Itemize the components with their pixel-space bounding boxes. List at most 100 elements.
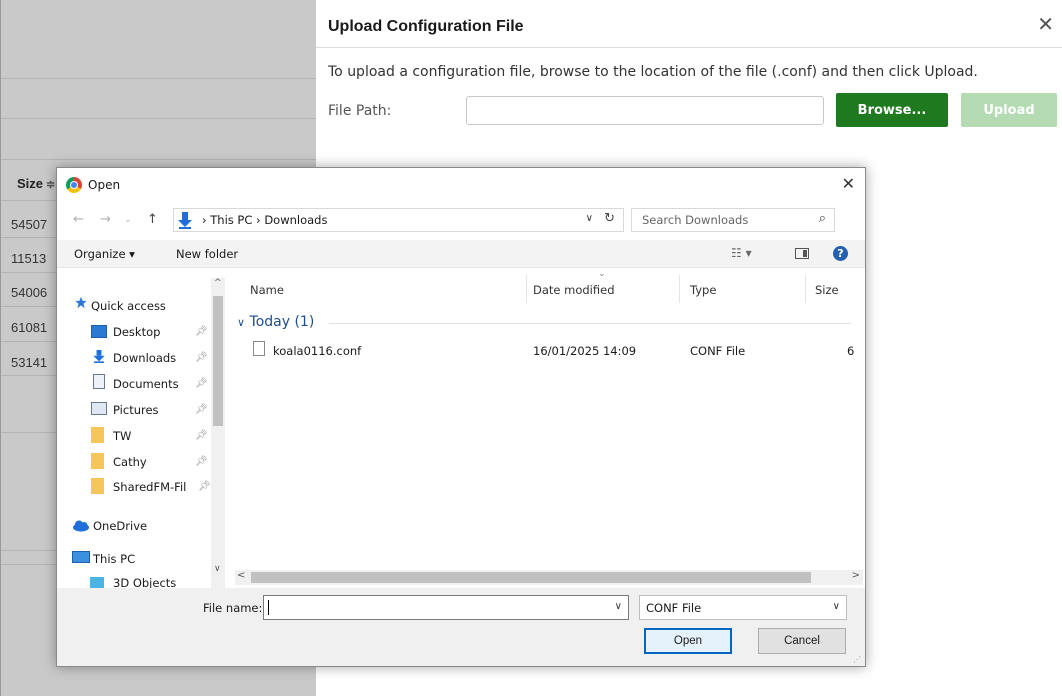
scroll-left-icon[interactable]: < [237,570,245,581]
pin-icon[interactable]: 📌︎ [195,326,208,337]
folder-icon [91,478,104,494]
group-label: Today (1) [249,314,315,330]
row-divider [1,159,317,160]
nav-item-sharedfm[interactable]: SharedFM-Fil [113,480,186,494]
nav-item-quick-access[interactable]: Quick access [91,299,166,313]
browse-button[interactable]: Browse... [836,93,948,127]
chevron-down-icon[interactable]: ∨ [833,601,840,612]
nav-item-downloads[interactable]: Downloads [113,351,176,365]
download-arrow-icon [93,350,105,363]
chrome-icon [66,177,82,193]
horizontal-scrollbar[interactable]: < > [235,570,863,585]
pin-icon[interactable]: 📌︎ [195,352,208,363]
column-header-size[interactable]: Size [815,283,839,297]
column-separator[interactable] [679,275,680,303]
file-path-input[interactable] [466,96,824,125]
sort-chevron-icon: ⌄ [598,269,606,279]
chevron-down-icon[interactable]: ∨ [615,601,622,612]
modal-title: Upload Configuration File [328,18,524,35]
dialog-toolbar: Organize ▾ New folder ☷ ▾ ? [57,240,865,268]
divider [316,47,1062,48]
nav-item-this-pc[interactable]: This PC [93,552,135,566]
screen: Size ≑ 54507 11513 54006 61081 53141 Uplo… [0,0,1062,696]
size-column-header[interactable]: Size ≑ [17,176,55,191]
sort-icon[interactable]: ≑ [46,179,55,191]
pin-icon[interactable]: 📌︎ [195,430,208,441]
chevron-down-icon[interactable]: ∨ [586,213,593,224]
open-file-dialog: Open ✕ ← → ⌄ ↑ › This PC › Downloads ∨ ↻… [56,167,866,667]
nav-item-documents[interactable]: Documents [113,377,179,391]
breadcrumb[interactable]: › This PC › Downloads [202,213,327,227]
file-name-label: File name: [203,601,263,615]
nav-scrollbar[interactable]: ^ ∨ [211,278,225,593]
file-list: Name ⌄ Date modified Type Size ∨ Today (… [233,269,865,588]
document-icon [93,374,105,389]
file-type: CONF File [690,344,746,358]
nav-item-3d-objects[interactable]: 3D Objects [113,576,176,588]
pin-icon[interactable]: 📌︎ [195,456,208,467]
dialog-titlebar[interactable]: Open ✕ [57,168,865,202]
navigation-pane: Quick access Desktop 📌︎ Downloads 📌︎ Doc… [57,269,233,588]
size-cell: 53141 [11,355,48,370]
recent-locations-chevron-icon[interactable]: ⌄ [124,215,132,225]
dialog-title: Open [88,178,121,192]
search-icon[interactable]: ⌕ [819,211,826,226]
close-icon[interactable]: ✕ [1037,14,1054,34]
change-view-icon[interactable]: ☷ ▾ [731,246,752,260]
preview-pane-icon[interactable] [795,248,809,259]
nav-item-pictures[interactable]: Pictures [113,403,159,417]
nav-item-onedrive[interactable]: OneDrive [93,519,147,533]
help-icon[interactable]: ? [833,246,848,261]
column-header-type[interactable]: Type [690,283,716,297]
back-arrow-icon[interactable]: ← [73,212,84,227]
address-bar[interactable]: › This PC › Downloads ∨ ↻ [173,208,624,232]
nav-item-cathy[interactable]: Cathy [113,455,147,469]
column-separator[interactable] [526,275,527,303]
column-separator[interactable] [805,275,806,303]
scroll-up-icon[interactable]: ^ [214,278,222,288]
cancel-button[interactable]: Cancel [758,628,846,654]
file-date: 16/01/2025 14:09 [533,344,637,358]
refresh-icon[interactable]: ↻ [604,211,615,226]
up-arrow-icon[interactable]: ↑ [147,212,158,227]
scrollbar-thumb[interactable] [251,572,811,583]
file-name[interactable]: koala0116.conf [273,344,361,358]
file-type-select[interactable]: CONF File ∨ [639,595,847,620]
upload-button[interactable]: Upload [961,93,1057,127]
download-arrow-icon [178,212,192,229]
pin-icon[interactable]: 📌︎ [195,378,208,389]
pin-icon[interactable]: 📌︎ [198,481,211,492]
nav-item-desktop[interactable]: Desktop [113,325,160,339]
row-divider [1,118,317,119]
forward-arrow-icon[interactable]: → [100,212,111,227]
breadcrumb-this-pc[interactable]: This PC [210,213,252,227]
size-cell: 54507 [11,217,48,232]
scroll-right-icon[interactable]: > [852,570,860,581]
open-button[interactable]: Open [644,628,732,654]
size-cell: 61081 [11,320,48,335]
group-divider [329,323,851,324]
chevron-down-icon[interactable]: ∨ [237,316,245,329]
pin-icon[interactable]: 📌︎ [195,404,208,415]
close-icon[interactable]: ✕ [842,174,855,193]
modal-description: To upload a configuration file, browse t… [328,64,978,80]
file-type-value: CONF File [646,601,702,615]
organize-menu[interactable]: Organize ▾ [74,247,135,261]
nav-item-tw[interactable]: TW [113,429,131,443]
search-input[interactable]: Search Downloads ⌕ [631,208,835,232]
column-header-name[interactable]: Name [250,283,284,297]
size-cell: 54006 [11,285,48,300]
computer-icon [72,551,90,563]
scroll-down-icon[interactable]: ∨ [214,564,221,574]
column-header-date[interactable]: Date modified [533,283,615,297]
scrollbar-thumb[interactable] [213,296,223,426]
row-divider [1,78,317,79]
file-name-input[interactable]: ∨ [263,595,629,620]
group-header-today[interactable]: ∨ Today (1) [237,314,314,330]
new-folder-button[interactable]: New folder [176,247,238,261]
breadcrumb-downloads[interactable]: Downloads [264,213,327,227]
file-icon [253,341,265,356]
desktop-icon [91,325,107,338]
resize-grip-icon[interactable]: ⋰ [853,655,861,664]
search-placeholder: Search Downloads [642,213,749,227]
